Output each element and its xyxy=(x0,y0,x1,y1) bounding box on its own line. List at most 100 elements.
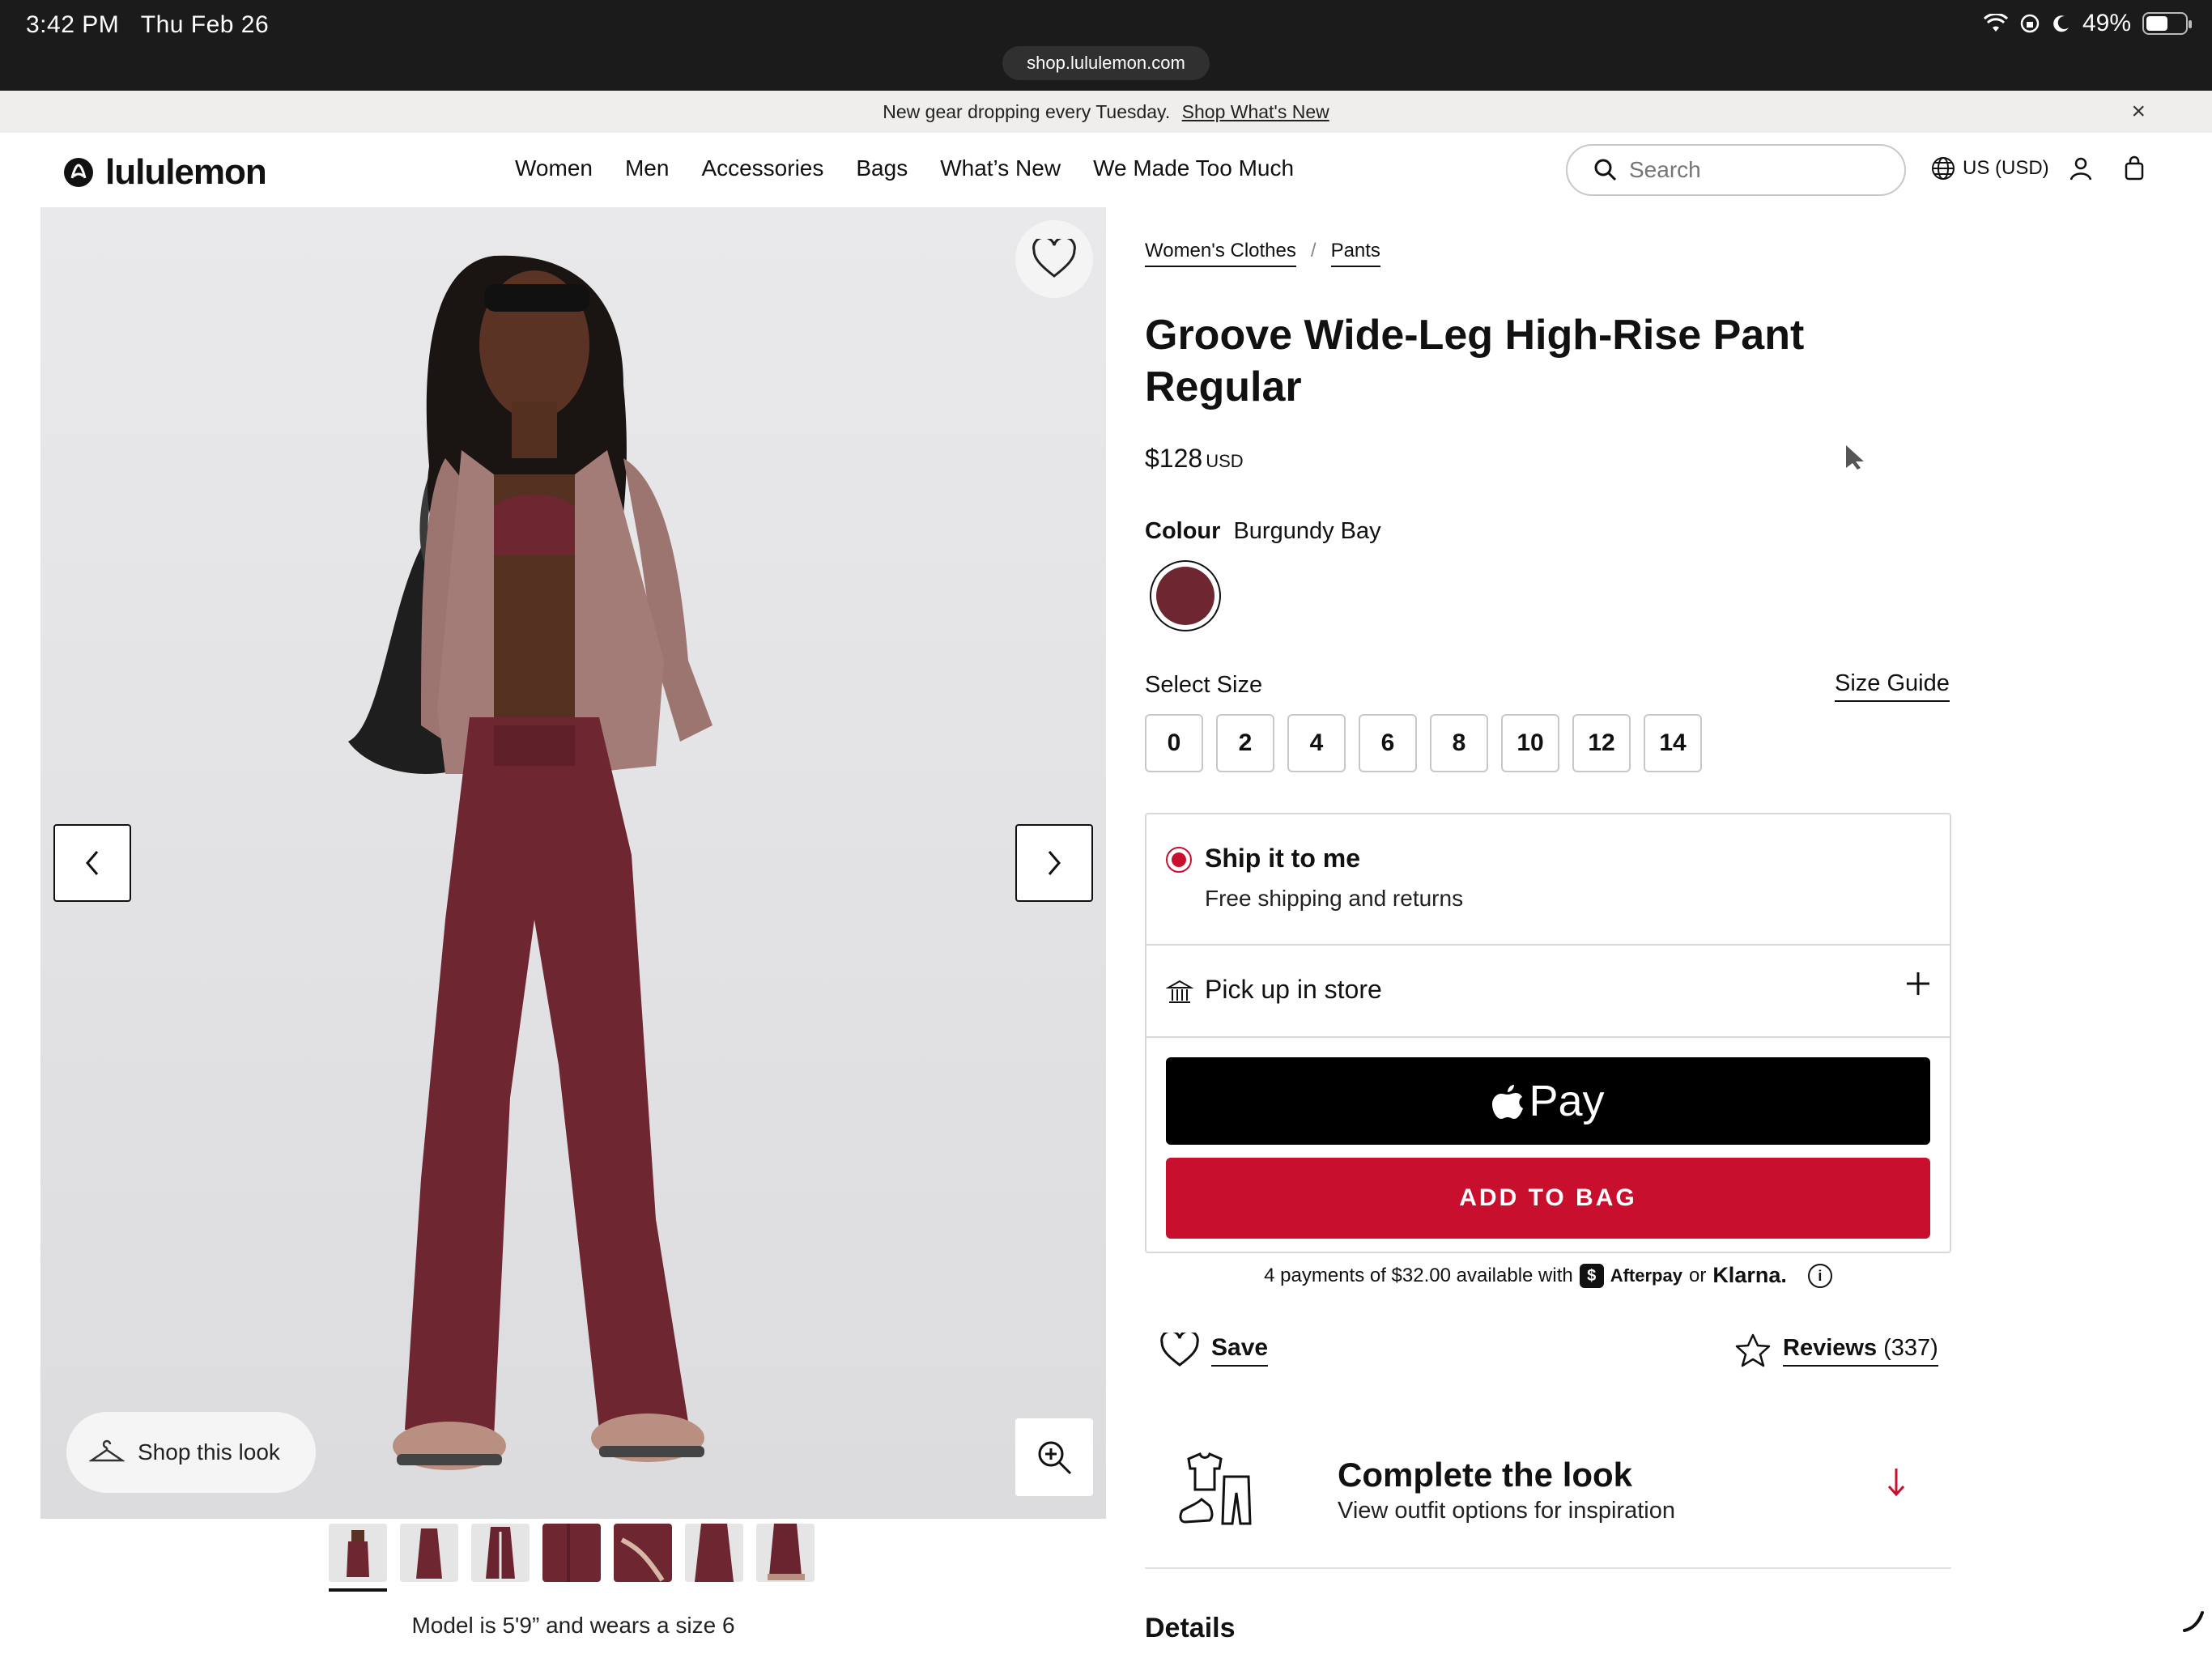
product-image[interactable] xyxy=(40,207,1106,1519)
logo-text: lululemon xyxy=(105,152,267,192)
product-price: $128 USD xyxy=(1145,444,1244,474)
logo[interactable]: lululemon xyxy=(63,152,267,193)
breadcrumb-womens-clothes[interactable]: Women's Clothes xyxy=(1145,240,1296,267)
globe-icon xyxy=(1932,157,1955,180)
ship-to-me-option[interactable]: Ship it to me Free shipping and returns xyxy=(1146,814,1950,946)
breadcrumb-pants[interactable]: Pants xyxy=(1330,240,1380,267)
size-option[interactable]: 2 xyxy=(1216,714,1274,772)
reviews-count: (337) xyxy=(1883,1334,1938,1361)
select-size-label: Select Size xyxy=(1145,672,1263,698)
thumbnail[interactable] xyxy=(542,1524,601,1582)
nav-accessories[interactable]: Accessories xyxy=(701,155,823,181)
nav-women[interactable]: Women xyxy=(515,155,593,181)
details-heading[interactable]: Details xyxy=(1145,1613,1236,1644)
url-bar[interactable]: shop.lululemon.com xyxy=(1002,46,1210,80)
colour-swatch-burgundy-bay[interactable] xyxy=(1150,560,1221,631)
zoom-in-icon xyxy=(1038,1441,1072,1475)
ship-radio-selected[interactable] xyxy=(1166,847,1192,873)
complete-look-title: Complete the look xyxy=(1338,1456,1633,1494)
size-option[interactable]: 4 xyxy=(1287,714,1346,772)
plus-icon[interactable] xyxy=(1904,970,1932,997)
battery-percent: 49% xyxy=(2082,10,2131,36)
main-nav: Women Men Accessories Bags What’s New We… xyxy=(515,155,1294,181)
complete-look-subtitle: View outfit options for inspiration xyxy=(1338,1498,1675,1524)
heart-icon xyxy=(1160,1333,1199,1367)
thumbnail[interactable] xyxy=(685,1524,743,1582)
klarna-label: Klarna. xyxy=(1712,1263,1787,1287)
size-option[interactable]: 10 xyxy=(1501,714,1559,772)
size-option[interactable]: 6 xyxy=(1359,714,1417,772)
thumbnail[interactable] xyxy=(614,1524,672,1582)
battery-icon xyxy=(2142,12,2192,35)
chevron-left-icon xyxy=(86,851,99,875)
promo-link[interactable]: Shop What's New xyxy=(1182,101,1329,122)
save-label: Save xyxy=(1211,1334,1269,1367)
next-image-button[interactable] xyxy=(1015,824,1093,902)
locale-selector[interactable]: US (USD) xyxy=(1930,155,2049,181)
lululemon-logo-icon xyxy=(64,158,93,187)
model-note: Model is 5'9” and wears a size 6 xyxy=(411,1613,735,1638)
add-to-bag-button[interactable]: ADD TO BAG xyxy=(1166,1158,1930,1239)
status-bar: 3:42 PM Thu Feb 26 49% shop.lululemon.co… xyxy=(0,0,2212,91)
shopping-bag-icon[interactable] xyxy=(2121,155,2147,181)
wifi-icon xyxy=(1983,14,2008,32)
size-option[interactable]: 14 xyxy=(1644,714,1702,772)
site-header: lululemon Women Men Accessories Bags Wha… xyxy=(0,133,2212,207)
search-input[interactable] xyxy=(1629,157,1888,183)
thumbnail-strip xyxy=(329,1524,815,1582)
size-option[interactable]: 0 xyxy=(1145,714,1203,772)
previous-image-button[interactable] xyxy=(53,824,131,902)
star-icon xyxy=(1735,1333,1771,1367)
pickup-title: Pick up in store xyxy=(1205,975,1382,1004)
nav-men[interactable]: Men xyxy=(625,155,669,181)
outfit-icon xyxy=(1179,1452,1252,1525)
shop-this-look-button[interactable]: Shop this look xyxy=(66,1412,316,1493)
size-option[interactable]: 8 xyxy=(1430,714,1488,772)
rotation-lock-icon xyxy=(2020,14,2040,33)
colour-row: Colour Burgundy Bay xyxy=(1145,518,1381,545)
thumbnail[interactable] xyxy=(471,1524,530,1582)
reviews-link[interactable]: Reviews (337) xyxy=(1734,1333,1938,1368)
complete-the-look-panel[interactable]: Complete the look View outfit options fo… xyxy=(1145,1414,1951,1569)
promo-banner: New gear dropping every Tuesday. Shop Wh… xyxy=(0,91,2212,133)
zoom-button[interactable] xyxy=(1015,1418,1093,1496)
size-option[interactable]: 12 xyxy=(1572,714,1631,772)
shop-this-look-label: Shop this look xyxy=(138,1439,280,1465)
promo-text: New gear dropping every Tuesday. xyxy=(883,101,1171,122)
thumbnail[interactable] xyxy=(756,1524,815,1582)
info-icon[interactable]: i xyxy=(1807,1263,1832,1288)
arrow-down-icon[interactable] xyxy=(1885,1465,1908,1498)
nav-bags[interactable]: Bags xyxy=(856,155,908,181)
breadcrumb-separator: / xyxy=(1310,240,1317,261)
afterpay-icon: $ xyxy=(1579,1263,1604,1288)
breadcrumb: Women's Clothes / Pants xyxy=(1145,240,1380,267)
apple-logo-icon xyxy=(1492,1085,1524,1119)
thumbnail[interactable] xyxy=(329,1524,387,1582)
size-options: 0 2 4 6 8 10 12 14 xyxy=(1145,714,1702,772)
chevron-right-icon xyxy=(1048,851,1061,875)
reviews-label: Reviews (337) xyxy=(1783,1335,1938,1367)
nav-we-made-too-much[interactable]: We Made Too Much xyxy=(1093,155,1294,181)
product-title: Groove Wide-Leg High-Rise Pant Regular xyxy=(1145,312,1805,410)
close-icon[interactable]: × xyxy=(2131,91,2146,133)
price-currency: USD xyxy=(1206,451,1244,471)
search-box[interactable] xyxy=(1566,144,1906,196)
status-time: 3:42 PM Thu Feb 26 xyxy=(26,11,270,38)
pickup-in-store-option[interactable]: Pick up in store xyxy=(1146,946,1950,1038)
apple-pay-label: Pay xyxy=(1529,1077,1605,1125)
apple-pay-button[interactable]: Pay xyxy=(1166,1057,1930,1145)
wishlist-button[interactable] xyxy=(1015,220,1093,298)
colour-name: Burgundy Bay xyxy=(1233,518,1381,544)
resize-handle-icon[interactable] xyxy=(2181,1609,2206,1634)
installments-or: or xyxy=(1688,1264,1707,1286)
account-icon[interactable] xyxy=(2068,155,2094,181)
save-button[interactable]: Save xyxy=(1159,1333,1269,1368)
size-guide-link[interactable]: Size Guide xyxy=(1835,670,1950,702)
nav-whats-new[interactable]: What’s New xyxy=(940,155,1061,181)
thumbnail[interactable] xyxy=(400,1524,458,1582)
colour-label: Colour xyxy=(1145,518,1221,544)
hanger-icon xyxy=(89,1439,125,1462)
moon-icon xyxy=(2053,15,2069,32)
installments-text: 4 payments of $32.00 available with xyxy=(1264,1264,1573,1286)
ship-title: Ship it to me xyxy=(1205,844,1360,873)
